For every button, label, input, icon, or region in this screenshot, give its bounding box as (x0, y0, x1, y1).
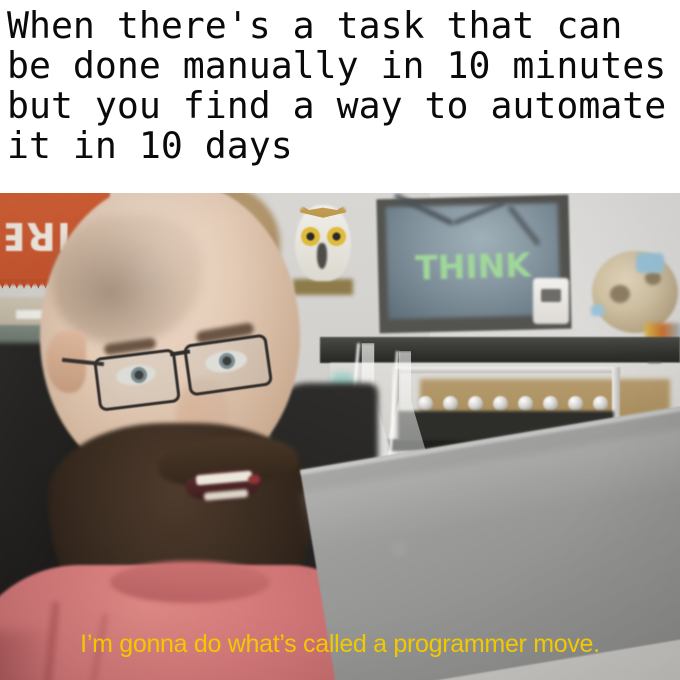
cradle-ball (468, 396, 483, 411)
meme-caption-block: When there's a task that can be done man… (0, 0, 680, 193)
cradle-ball (543, 396, 558, 411)
meme-image: When there's a task that can be done man… (0, 0, 680, 680)
geode-sphere (592, 251, 678, 333)
caption-line-2: be done manually in 10 minutes (7, 44, 667, 87)
owl-eye-right (327, 227, 346, 246)
cradle-ball (518, 396, 533, 411)
person-lip (248, 475, 260, 484)
cradle-ball (443, 396, 458, 411)
person-shirt-collar (110, 561, 270, 603)
geode-blue-accent (636, 253, 664, 273)
cradle-ball (593, 396, 608, 411)
owl-perch (293, 279, 353, 295)
cradle-ball (418, 396, 433, 411)
owl-beak (317, 243, 327, 269)
cradle-ball (568, 396, 583, 411)
think-poster-text: THINK (414, 245, 532, 288)
newtons-cradle-top-bar (392, 367, 620, 373)
cradle-ball (493, 396, 508, 411)
newtons-cradle-balls (418, 396, 610, 412)
laptop-logo (390, 539, 408, 557)
eyeglasses-lens-left (93, 348, 181, 412)
video-subtitle: I’m gonna do what’s called a programmer … (80, 630, 600, 658)
meme-photo: FIRE! THINK (0, 193, 680, 680)
geode-cavity (610, 285, 630, 303)
caption-line-1: When there's a task that can (7, 4, 623, 47)
tape-dispenser-slot (541, 289, 561, 302)
caption-line-3: but you find a way to automate (7, 84, 667, 127)
geode-cavity (645, 271, 661, 285)
owl-eye-left (301, 227, 320, 246)
caption-line-4: it in 10 days (7, 124, 293, 167)
geode-blue-accent (591, 305, 604, 316)
